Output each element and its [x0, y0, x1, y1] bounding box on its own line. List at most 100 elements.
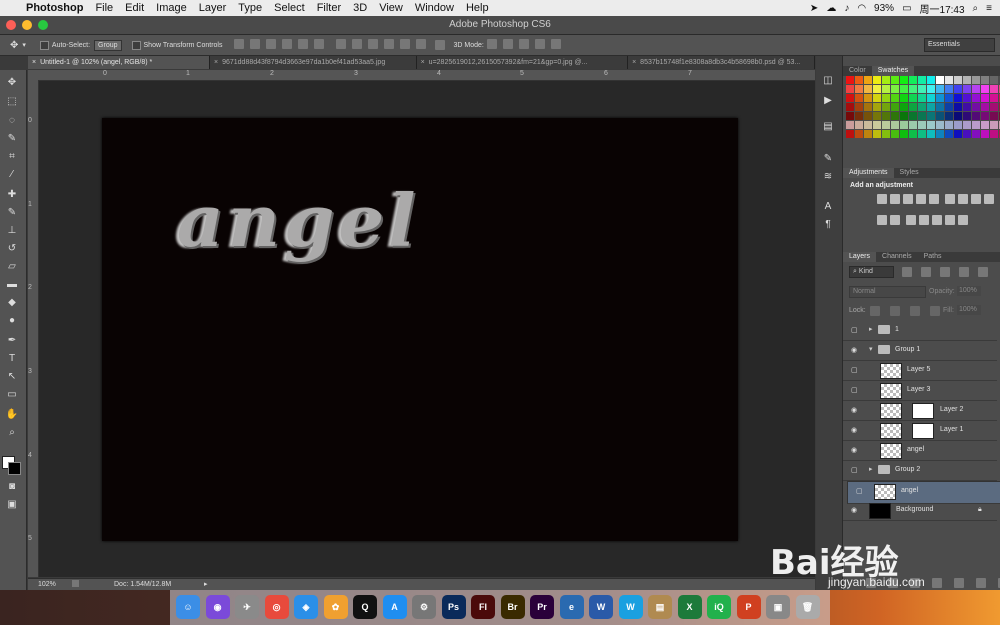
menu-type[interactable]: Type [238, 2, 270, 14]
dock-system-preferences-icon[interactable]: ⚙ [412, 595, 436, 619]
swatch[interactable] [891, 130, 899, 138]
swatch[interactable] [963, 112, 971, 120]
align-right-icon[interactable] [313, 39, 324, 49]
swatch[interactable] [873, 112, 881, 120]
workspace-switcher[interactable]: Essentials [924, 38, 995, 52]
dock-safari-icon[interactable]: ◈ [294, 595, 318, 619]
swatch[interactable] [882, 121, 890, 129]
swatch[interactable] [846, 130, 854, 138]
swatch[interactable] [873, 121, 881, 129]
dock-launchpad-icon[interactable]: ✈ [235, 595, 259, 619]
layer-mask-thumbnail[interactable] [912, 403, 934, 419]
quick-mask-icon[interactable]: ◙ [5, 480, 19, 494]
3d-rotate-icon[interactable] [486, 39, 497, 49]
swatch[interactable] [918, 103, 926, 111]
swatch[interactable] [855, 94, 863, 102]
swatch[interactable] [864, 76, 872, 84]
swatch[interactable] [882, 94, 890, 102]
swatch[interactable] [846, 121, 854, 129]
swatch[interactable] [918, 85, 926, 93]
battery-text[interactable]: 93% [874, 3, 894, 14]
search-icon[interactable]: ⌕ [973, 3, 979, 14]
tab-paths[interactable]: Paths [918, 252, 948, 262]
gradient-tool-icon[interactable]: ▬ [5, 278, 19, 292]
layer-row[interactable]: ◉ Layer 1 [843, 421, 997, 441]
swatch[interactable] [945, 112, 953, 120]
swatch[interactable] [954, 85, 962, 93]
swatch[interactable] [873, 85, 881, 93]
swatch[interactable] [909, 121, 917, 129]
group-expand-icon[interactable]: ▾ [869, 345, 873, 353]
auto-align-icon[interactable] [434, 40, 445, 50]
swatch[interactable] [981, 76, 989, 84]
layer-row[interactable]: ◉ ▾ Group 1 [843, 341, 997, 361]
brightness-icon[interactable] [877, 194, 887, 204]
swatch[interactable] [846, 85, 854, 93]
gradient-map-icon[interactable] [957, 215, 968, 225]
swatch[interactable] [900, 94, 908, 102]
dock-qq-icon[interactable]: Q [353, 595, 377, 619]
swatch[interactable] [945, 94, 953, 102]
tab-swatches[interactable]: Swatches [871, 66, 915, 76]
curves-icon[interactable] [903, 194, 913, 204]
swatch[interactable] [981, 103, 989, 111]
menu-view[interactable]: View [379, 2, 411, 14]
swatch[interactable] [990, 76, 998, 84]
swatch[interactable] [981, 121, 989, 129]
visibility-eye-icon[interactable]: ◉ [851, 406, 859, 414]
swatch[interactable] [855, 130, 863, 138]
visibility-eye-icon[interactable]: ◉ [851, 346, 859, 354]
swatch[interactable] [864, 85, 872, 93]
swatch[interactable] [972, 130, 980, 138]
document-canvas[interactable]: angel [102, 118, 738, 541]
swatch[interactable] [873, 76, 881, 84]
swatch[interactable] [936, 121, 944, 129]
swatch[interactable] [918, 94, 926, 102]
tab-untitled-1[interactable]: × Untitled-1 @ 102% (angel, RGB/8) * [28, 56, 210, 69]
close-tab-icon[interactable]: × [214, 59, 218, 66]
swatch[interactable] [927, 94, 935, 102]
dock-iqiyi-icon[interactable]: iQ [707, 595, 731, 619]
move-tool-icon[interactable]: ✥ [10, 40, 18, 51]
zoom-level[interactable]: 102% [38, 581, 56, 588]
swatch[interactable] [954, 103, 962, 111]
swatch[interactable] [864, 130, 872, 138]
swatch[interactable] [900, 85, 908, 93]
swatch[interactable] [909, 76, 917, 84]
layer-row[interactable]: ◉ Layer 2 [843, 401, 997, 421]
swatch[interactable] [972, 112, 980, 120]
swatch[interactable] [972, 94, 980, 102]
dock-edge-icon[interactable]: e [559, 595, 584, 619]
history-brush-tool-icon[interactable]: ↺ [5, 242, 19, 256]
filter-shape-icon[interactable] [959, 267, 969, 277]
swatch[interactable] [981, 94, 989, 102]
swatch[interactable] [891, 112, 899, 120]
lock-pixels-icon[interactable] [890, 306, 900, 316]
tool-preset-chevron-icon[interactable]: ▾ [22, 41, 26, 49]
swatch[interactable] [936, 76, 944, 84]
levels-icon[interactable] [890, 194, 900, 204]
properties-panel-icon[interactable]: ▤ [821, 120, 835, 134]
align-bottom-icon[interactable] [265, 39, 276, 49]
swatch[interactable] [972, 121, 980, 129]
swatch[interactable] [891, 85, 899, 93]
menu-3d[interactable]: 3D [353, 2, 375, 14]
swatch[interactable] [855, 76, 863, 84]
swatch[interactable] [918, 112, 926, 120]
dock-pr-icon[interactable]: Pr [530, 595, 554, 619]
menu-select[interactable]: Select [274, 2, 313, 14]
dock-wps-icon[interactable]: W [618, 595, 643, 619]
swatch[interactable] [900, 121, 908, 129]
swatch[interactable] [855, 121, 863, 129]
align-center-icon[interactable] [297, 39, 308, 49]
screen-mode-icon[interactable]: ▣ [5, 498, 19, 512]
swatch[interactable] [936, 130, 944, 138]
vibrance-icon[interactable] [929, 194, 939, 204]
filter-adjustment-icon[interactable] [921, 267, 931, 277]
fill-field[interactable]: 100% [957, 305, 981, 315]
swatch[interactable] [891, 103, 899, 111]
notification-center-icon[interactable]: ≡ [986, 3, 992, 14]
align-middle-icon[interactable] [249, 39, 260, 49]
black-white-icon[interactable] [970, 194, 981, 204]
selective-color-icon[interactable] [944, 215, 955, 225]
